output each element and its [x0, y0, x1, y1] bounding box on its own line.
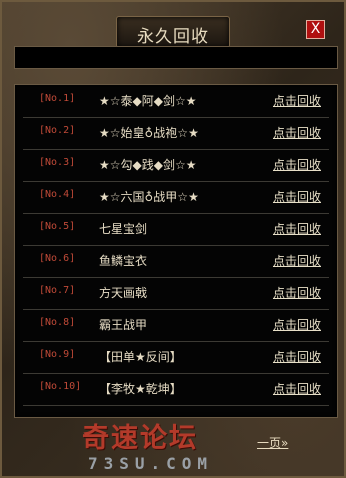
item-number: [No.9] [39, 349, 76, 360]
recycle-link[interactable]: 点击回收 [273, 252, 321, 269]
item-number: [No.3] [39, 157, 76, 168]
item-number: [No.8] [39, 317, 76, 328]
item-name: 【李牧★乾坤】 [99, 382, 182, 396]
item-number: [No.2] [39, 125, 76, 136]
list-item: [No.7] 方天画戟 点击回收 [23, 277, 329, 310]
recycle-list: [No.1] ★☆泰◆阿◆剑☆★ 点击回收 [No.2] ★☆始皇♁战袍☆★ 点… [14, 84, 338, 418]
list-item: [No.9] 【田单★反间】 点击回收 [23, 341, 329, 374]
list-item: [No.2] ★☆始皇♁战袍☆★ 点击回收 [23, 117, 329, 150]
item-name: 鱼鳞宝衣 [99, 254, 148, 268]
item-name: ★☆六国♁战甲☆★ [99, 190, 199, 204]
item-name: ★☆泰◆阿◆剑☆★ [99, 94, 197, 108]
item-name: ★☆勾◆践◆剑☆★ [99, 158, 197, 172]
list-item: [No.1] ★☆泰◆阿◆剑☆★ 点击回收 [23, 85, 329, 118]
header-bar [14, 46, 338, 69]
watermark-logo: 奇速论坛 [82, 423, 198, 454]
item-number: [No.7] [39, 285, 76, 296]
recycle-link[interactable]: 点击回收 [273, 124, 321, 141]
item-name: 霸王战甲 [99, 318, 148, 332]
window-title: 永久回收 [137, 27, 209, 47]
recycle-link[interactable]: 点击回收 [273, 316, 321, 333]
item-number: [No.10] [39, 381, 82, 392]
item-name: 方天画戟 [99, 286, 148, 300]
item-number: [No.6] [39, 253, 76, 264]
close-button[interactable]: X [306, 20, 325, 39]
recycle-window: 永久回收 X [No.1] ★☆泰◆阿◆剑☆★ 点击回收 [No.2] ★☆始皇… [0, 0, 346, 478]
recycle-link[interactable]: 点击回收 [273, 380, 321, 397]
list-item: [No.6] 鱼鳞宝衣 点击回收 [23, 245, 329, 278]
list-item: [No.10] 【李牧★乾坤】 点击回收 [23, 373, 329, 406]
title-bar: 永久回收 [116, 16, 230, 48]
item-name: 七星宝剑 [99, 222, 148, 236]
watermark-url: 73SU.COM [88, 454, 214, 473]
item-name: ★☆始皇♁战袍☆★ [99, 126, 199, 140]
recycle-link[interactable]: 点击回收 [273, 348, 321, 365]
list-item: [No.4] ★☆六国♁战甲☆★ 点击回收 [23, 181, 329, 214]
recycle-link[interactable]: 点击回收 [273, 92, 321, 109]
recycle-link[interactable]: 点击回收 [273, 188, 321, 205]
recycle-link[interactable]: 点击回收 [273, 156, 321, 173]
list-item: [No.3] ★☆勾◆践◆剑☆★ 点击回收 [23, 149, 329, 182]
list-item: [No.5] 七星宝剑 点击回收 [23, 213, 329, 246]
item-number: [No.4] [39, 189, 76, 200]
item-number: [No.1] [39, 93, 76, 104]
list-item: [No.8] 霸王战甲 点击回收 [23, 309, 329, 342]
recycle-link[interactable]: 点击回收 [273, 284, 321, 301]
item-name: 【田单★反间】 [99, 350, 182, 364]
next-page-link[interactable]: 一页» [257, 434, 288, 451]
recycle-link[interactable]: 点击回收 [273, 220, 321, 237]
item-number: [No.5] [39, 221, 76, 232]
